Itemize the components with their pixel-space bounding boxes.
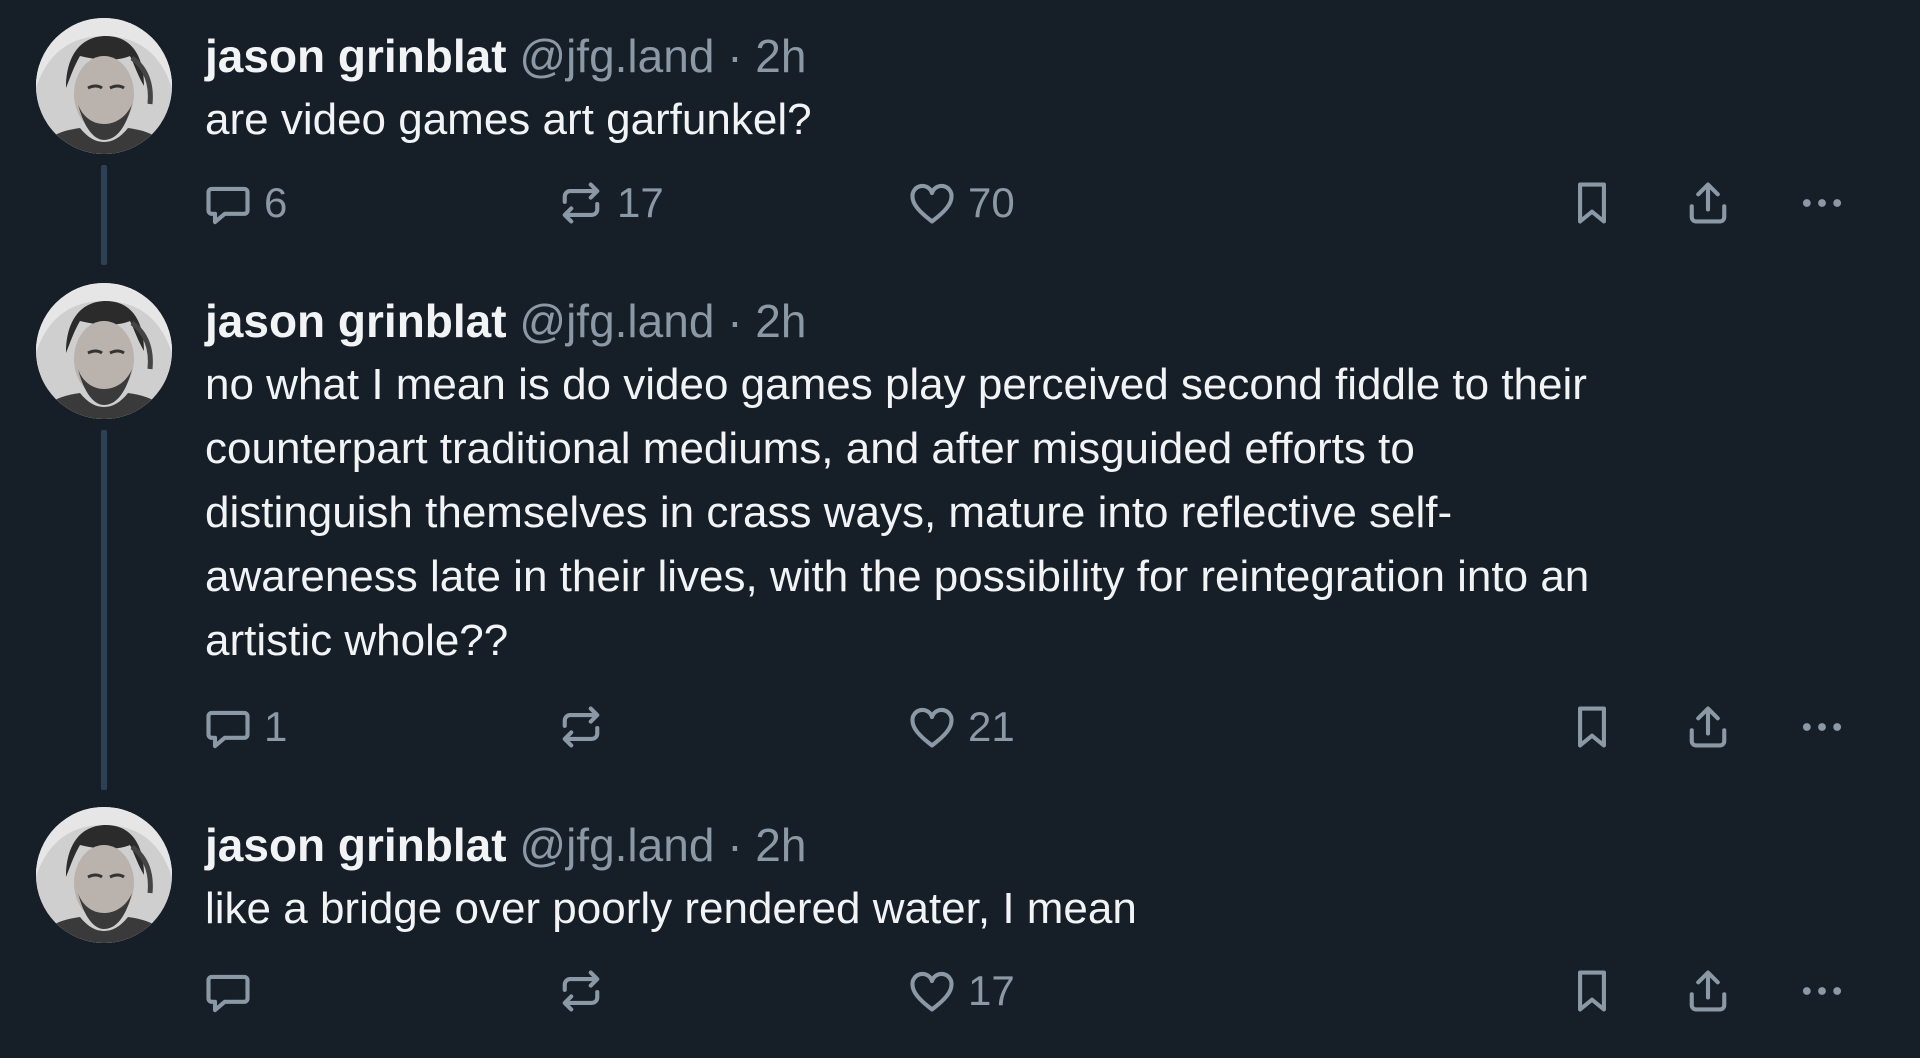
- more-dots-icon: [1796, 177, 1848, 229]
- heart-icon: [906, 701, 958, 753]
- post-text: are video games art garfunkel?: [205, 95, 812, 144]
- share-upload-icon: [1682, 701, 1734, 753]
- bookmark-button[interactable]: [1566, 961, 1618, 1021]
- repost-button[interactable]: [555, 961, 617, 1021]
- repost-arrows-icon: [555, 701, 607, 753]
- bookmark-button[interactable]: [1566, 697, 1618, 757]
- avatar[interactable]: [36, 283, 172, 419]
- share-button[interactable]: [1682, 173, 1734, 233]
- post-header: jason grinblat @jfg.land · 2h: [205, 293, 806, 349]
- share-button[interactable]: [1682, 697, 1734, 757]
- reply-button[interactable]: [202, 961, 264, 1021]
- bookmark-icon: [1566, 177, 1618, 229]
- post-text-line: counterpart traditional mediums, and aft…: [205, 424, 1415, 473]
- repost-arrows-icon: [555, 177, 607, 229]
- share-button[interactable]: [1682, 961, 1734, 1021]
- author-name[interactable]: jason grinblat: [205, 295, 507, 347]
- post-text-line: awareness late in their lives, with the …: [205, 552, 1590, 601]
- post-timestamp[interactable]: 2h: [755, 30, 806, 82]
- header-separator: ·: [727, 30, 743, 82]
- post-actions: 1 21: [0, 697, 1920, 757]
- author-handle[interactable]: @jfg.land: [519, 295, 714, 347]
- repost-button[interactable]: 17: [555, 173, 664, 233]
- avatar[interactable]: [36, 807, 172, 943]
- like-count: 21: [968, 703, 1015, 750]
- like-button[interactable]: 17: [906, 961, 1015, 1021]
- post-text-line: distinguish themselves in crass ways, ma…: [205, 488, 1453, 537]
- post-text-line: no what I mean is do video games play pe…: [205, 360, 1587, 409]
- bookmark-icon: [1566, 965, 1618, 1017]
- like-count: 70: [968, 179, 1015, 226]
- post-text-line: artistic whole??: [205, 616, 509, 665]
- share-upload-icon: [1682, 177, 1734, 229]
- header-separator: ·: [727, 295, 743, 347]
- author-handle[interactable]: @jfg.land: [519, 30, 714, 82]
- post-header: jason grinblat @jfg.land · 2h: [205, 817, 806, 873]
- repost-count: 17: [617, 179, 664, 226]
- more-options-button[interactable]: [1796, 173, 1848, 233]
- post-timestamp[interactable]: 2h: [755, 819, 806, 871]
- more-options-button[interactable]: [1796, 697, 1848, 757]
- header-separator: ·: [727, 819, 743, 871]
- post-actions: 17: [0, 961, 1920, 1021]
- share-upload-icon: [1682, 965, 1734, 1017]
- heart-icon: [906, 965, 958, 1017]
- post-actions: 6 17 70: [0, 173, 1920, 233]
- post-text: no what I mean is do video games play pe…: [205, 353, 1845, 673]
- bookmark-icon: [1566, 701, 1618, 753]
- reply-button[interactable]: 6: [202, 173, 287, 233]
- post-text: like a bridge over poorly rendered water…: [205, 884, 1137, 933]
- repost-arrows-icon: [555, 965, 607, 1017]
- reply-count: 1: [264, 703, 288, 750]
- speech-bubble-icon: [202, 701, 254, 753]
- more-options-button[interactable]: [1796, 961, 1848, 1021]
- speech-bubble-icon: [202, 965, 254, 1017]
- like-button[interactable]: 21: [906, 697, 1015, 757]
- repost-button[interactable]: [555, 697, 617, 757]
- avatar[interactable]: [36, 18, 172, 154]
- speech-bubble-icon: [202, 177, 254, 229]
- heart-icon: [906, 177, 958, 229]
- more-dots-icon: [1796, 701, 1848, 753]
- post-header: jason grinblat @jfg.land · 2h: [205, 28, 806, 84]
- post-timestamp[interactable]: 2h: [755, 295, 806, 347]
- bookmark-button[interactable]: [1566, 173, 1618, 233]
- reply-count: 6: [264, 179, 288, 226]
- like-button[interactable]: 70: [906, 173, 1015, 233]
- more-dots-icon: [1796, 965, 1848, 1017]
- author-name[interactable]: jason grinblat: [205, 30, 507, 82]
- author-handle[interactable]: @jfg.land: [519, 819, 714, 871]
- post-thread: jason grinblat @jfg.land · 2h are video …: [0, 0, 1920, 1058]
- like-count: 17: [968, 967, 1015, 1014]
- reply-button[interactable]: 1: [202, 697, 287, 757]
- author-name[interactable]: jason grinblat: [205, 819, 507, 871]
